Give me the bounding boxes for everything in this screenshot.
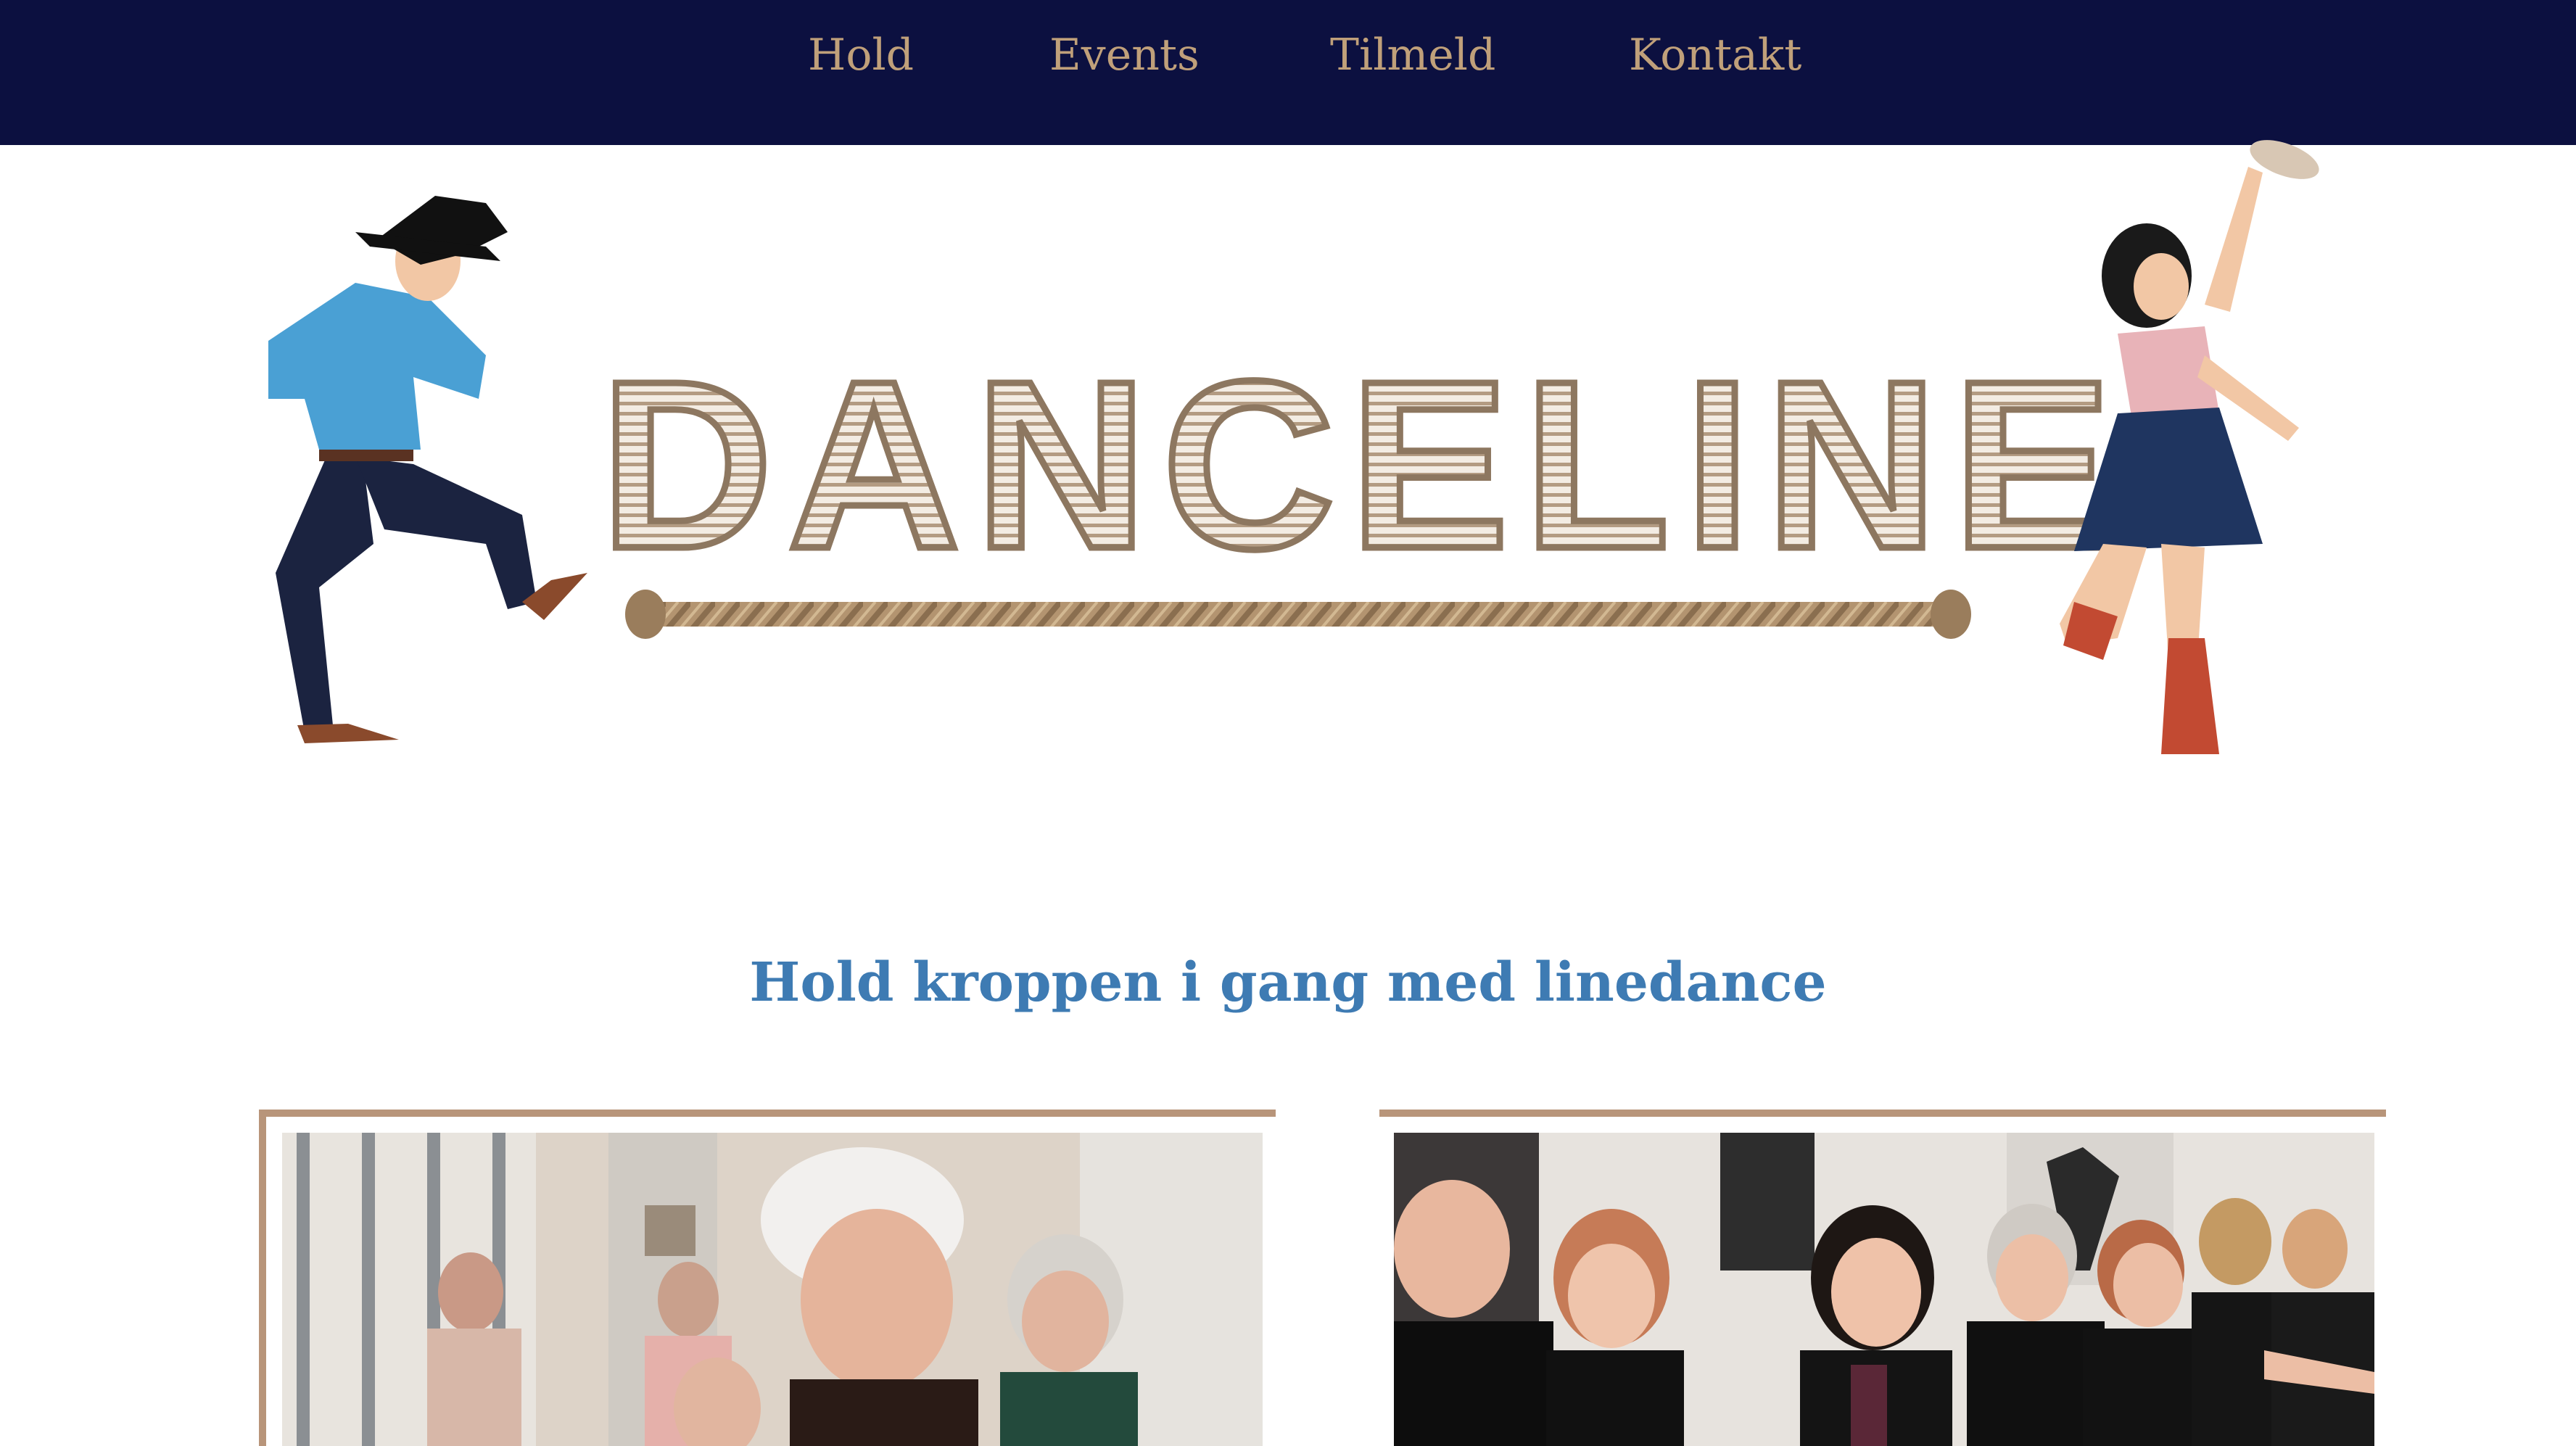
image-card-group [1379,1110,2386,1446]
danceline-logo: DANCELINE [247,138,2350,776]
seniors-dancing-photo [282,1133,1263,1446]
logo-text: DANCELINE [600,331,2126,598]
nav-link-hold[interactable]: Hold [808,26,914,84]
nav-link-events[interactable]: Events [1049,26,1200,84]
nav-link-kontakt[interactable]: Kontakt [1629,26,1801,84]
logo-wordmark: DANCELINE [597,328,2126,602]
linedance-group-photo [1394,1133,2374,1446]
nav-link-tilmeld[interactable]: Tilmeld [1330,26,1495,84]
cowboy-dancer-illustration [268,196,587,743]
image-card-seniors [259,1110,1276,1446]
tagline-heading: Hold kroppen i gang med linedance [749,951,1827,1014]
top-navigation: Hold Events Tilmeld Kontakt [0,0,2576,145]
